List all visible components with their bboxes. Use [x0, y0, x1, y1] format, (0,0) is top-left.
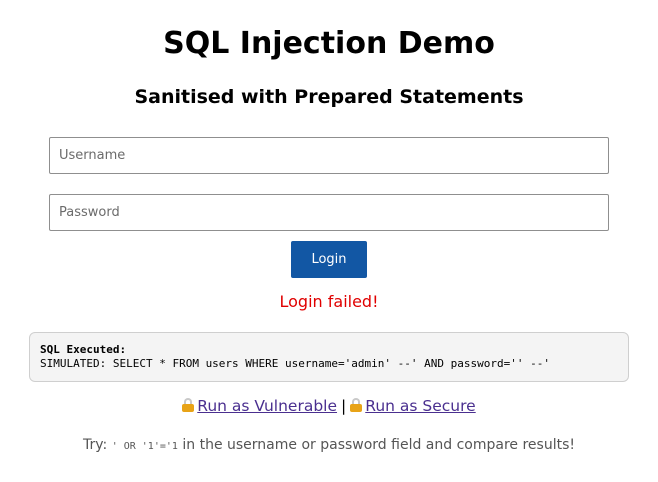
page-title: SQL Injection Demo	[163, 26, 495, 61]
login-button[interactable]: Login	[291, 241, 367, 278]
sql-output-label: SQL Executed:	[40, 343, 127, 356]
run-secure-link[interactable]: Run as Secure	[350, 397, 476, 415]
login-status-message: Login failed!	[279, 292, 379, 311]
run-secure-label: Run as Secure	[365, 397, 476, 415]
sql-output-query: SIMULATED: SELECT * FROM users WHERE use…	[40, 357, 550, 370]
hint-payload: ' OR '1'='1	[111, 441, 178, 452]
run-vulnerable-link[interactable]: Run as Vulnerable	[182, 397, 337, 415]
sql-output-box: SQL Executed: SIMULATED: SELECT * FROM u…	[29, 332, 629, 382]
mode-links: Run as Vulnerable | Run as Secure	[0, 396, 658, 416]
username-input[interactable]	[49, 137, 609, 174]
link-separator: |	[341, 397, 347, 415]
password-input[interactable]	[49, 194, 609, 231]
hint-text: Try: ' OR '1'='1 in the username or pass…	[0, 436, 658, 456]
page-subtitle: Sanitised with Prepared Statements	[134, 86, 524, 108]
lock-icon	[182, 398, 195, 412]
lock-icon	[350, 398, 363, 412]
run-vulnerable-label: Run as Vulnerable	[197, 397, 338, 415]
hint-suffix: in the username or password field and co…	[182, 437, 575, 453]
hint-prefix: Try:	[83, 437, 108, 453]
